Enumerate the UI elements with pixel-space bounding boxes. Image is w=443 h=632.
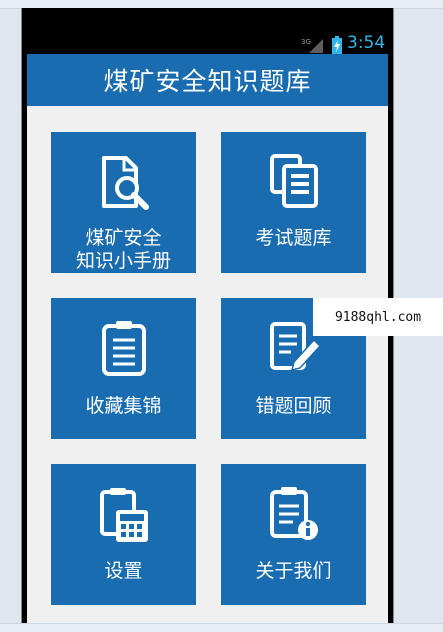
status-time: 3:54 <box>347 33 386 53</box>
tile-label: 煤矿安全 知识小手册 <box>75 227 171 272</box>
watermark: 9188qhl.com <box>313 298 443 336</box>
tile-favorites[interactable]: 收藏集锦 <box>51 298 196 439</box>
menu-grid: 煤矿安全 知识小手册 考试题库 收藏集锦 错题回顾 设置 关于我们 <box>27 106 388 623</box>
document-search-icon <box>101 156 149 210</box>
tile-about-us[interactable]: 关于我们 <box>221 464 366 605</box>
tile-safety-handbook[interactable]: 煤矿安全 知识小手册 <box>51 132 196 273</box>
app-title: 煤矿安全知识题库 <box>103 67 312 96</box>
tile-label: 设置 <box>104 560 143 582</box>
calculator-icon <box>99 488 148 542</box>
signal-3g-icon: 3G <box>301 38 323 53</box>
clipboard-icon <box>101 321 146 376</box>
battery-charging-icon <box>332 36 342 54</box>
documents-list-icon <box>269 154 318 208</box>
tile-label: 关于我们 <box>255 560 332 582</box>
clipboard-info-icon <box>269 487 318 540</box>
tile-exam-bank[interactable]: 考试题库 <box>221 132 366 273</box>
tile-settings[interactable]: 设置 <box>51 464 196 605</box>
tile-label: 考试题库 <box>255 227 332 249</box>
network-type-label: 3G <box>301 38 311 46</box>
tile-label: 收藏集锦 <box>85 395 162 417</box>
app-title-bar: 煤矿安全知识题库 <box>27 54 388 106</box>
watermark-text: 9188qhl.com <box>334 309 422 325</box>
tile-label: 错题回顾 <box>255 395 332 417</box>
